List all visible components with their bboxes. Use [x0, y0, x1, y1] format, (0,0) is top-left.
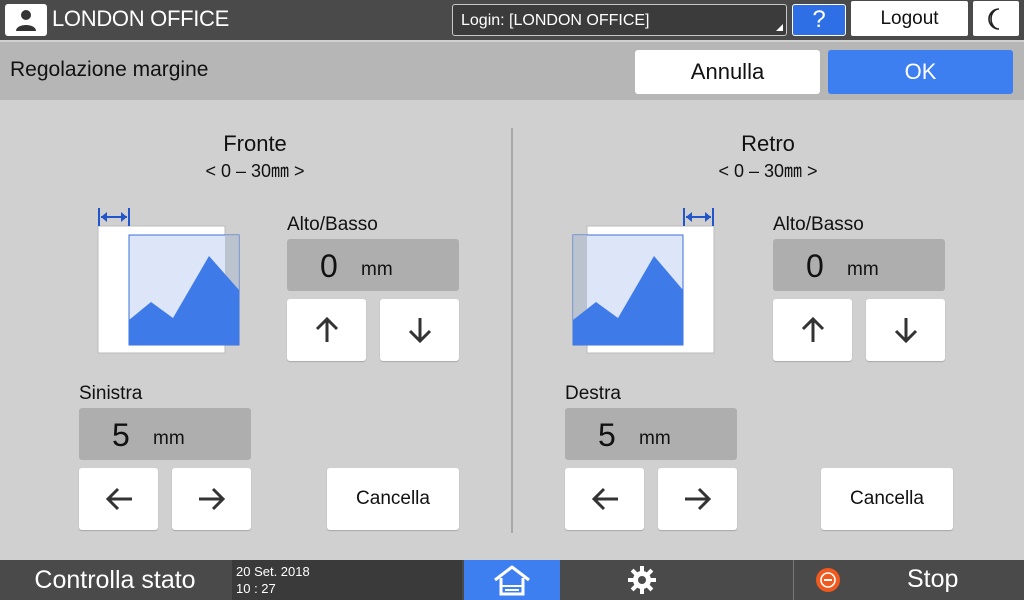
stop-label: Stop	[907, 565, 959, 593]
front-side-right-button[interactable]	[172, 468, 251, 530]
front-top-bottom-value: 0	[320, 248, 338, 284]
back-range: < 0 – 30㎜ >	[718, 161, 818, 181]
arrow-up-icon	[315, 316, 338, 342]
back-clear-label: Cancella	[850, 488, 924, 509]
stop-icon	[816, 568, 840, 592]
arrow-right-icon	[198, 487, 225, 511]
check-status-button[interactable]: Controlla stato	[0, 560, 230, 600]
unit-label: mm	[847, 259, 879, 280]
arrow-up-icon	[801, 316, 824, 342]
home-icon	[494, 565, 530, 596]
arrow-down-icon	[408, 318, 431, 344]
unit-label: mm	[153, 428, 185, 449]
front-top-bottom-value-field: 0 mm	[287, 239, 459, 291]
back-top-bottom-decrease-button[interactable]	[866, 299, 945, 361]
back-side-label: Destra	[565, 383, 621, 404]
dropdown-corner-icon	[776, 24, 783, 31]
back-side-right-button[interactable]	[658, 468, 737, 530]
arrow-right-icon	[684, 487, 711, 511]
back-clear-button[interactable]: Cancella	[821, 468, 953, 530]
gear-icon	[628, 566, 656, 594]
moon-icon	[988, 7, 1000, 30]
back-top-bottom-increase-button[interactable]	[773, 299, 852, 361]
ok-button[interactable]: OK	[828, 50, 1013, 94]
page-title: Regolazione margine	[10, 58, 209, 81]
back-title: Retro	[741, 131, 795, 156]
arrow-left-icon	[591, 487, 618, 511]
energy-saver-button[interactable]	[973, 1, 1019, 36]
office-name: LONDON OFFICE	[52, 6, 229, 31]
panel-divider	[511, 128, 513, 533]
front-clear-button[interactable]: Cancella	[327, 468, 459, 530]
date-text: 20 Set. 2018	[236, 564, 310, 579]
arrow-down-icon	[894, 318, 917, 344]
user-button[interactable]	[5, 4, 47, 36]
cancel-button[interactable]: Annulla	[635, 50, 820, 94]
unit-label: mm	[361, 259, 393, 280]
unit-label: mm	[639, 428, 671, 449]
home-button[interactable]	[464, 560, 560, 600]
back-top-bottom-label: Alto/Basso	[773, 214, 864, 235]
front-clear-label: Cancella	[356, 488, 430, 509]
check-status-label: Controlla stato	[34, 565, 196, 594]
front-range: < 0 – 30㎜ >	[205, 161, 305, 181]
back-top-bottom-value: 0	[806, 248, 824, 284]
front-side-left-button[interactable]	[79, 468, 158, 530]
logout-button[interactable]: Logout	[851, 1, 968, 36]
back-margin-illustration	[572, 208, 715, 354]
front-side-value-field: 5 mm	[79, 408, 251, 460]
login-selector[interactable]: Login: [LONDON OFFICE]	[452, 4, 787, 36]
front-top-bottom-label: Alto/Basso	[287, 214, 378, 235]
help-button[interactable]: ?	[792, 4, 846, 36]
back-side-value-field: 5 mm	[565, 408, 737, 460]
front-margin-illustration	[97, 208, 240, 354]
arrow-left-icon	[105, 487, 132, 511]
front-top-bottom-increase-button[interactable]	[287, 299, 366, 361]
back-side-left-button[interactable]	[565, 468, 644, 530]
date-time-display: 20 Set. 2018 10 : 27	[232, 560, 462, 600]
front-title: Fronte	[223, 131, 287, 156]
front-side-label: Sinistra	[79, 383, 143, 404]
back-top-bottom-value-field: 0 mm	[773, 239, 945, 291]
front-top-bottom-decrease-button[interactable]	[380, 299, 459, 361]
settings-button[interactable]	[562, 560, 722, 600]
time-text: 10 : 27	[236, 581, 276, 596]
user-icon	[16, 10, 36, 31]
front-side-value: 5	[112, 417, 130, 453]
back-side-value: 5	[598, 417, 616, 453]
